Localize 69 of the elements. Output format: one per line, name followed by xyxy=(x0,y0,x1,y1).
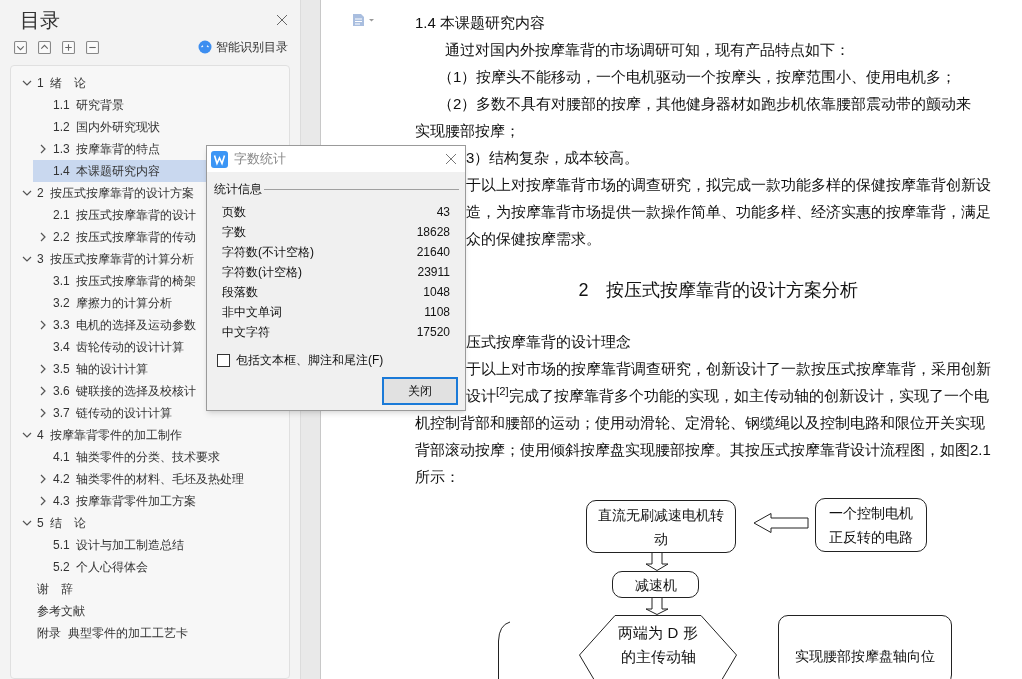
stat-label: 段落数 xyxy=(222,284,258,301)
stat-value: 21640 xyxy=(416,244,450,261)
collapse-all-icon[interactable] xyxy=(38,40,51,54)
minus-icon[interactable] xyxy=(86,40,99,54)
paragraph-line: 于以上对按摩靠背市场的调查研究，拟完成一款功能多样的保健按摩靠背创新设 xyxy=(466,175,991,195)
flow-node: 直流无刷减速电机转动 xyxy=(586,500,736,553)
stat-label: 字符数(计空格) xyxy=(222,264,302,281)
paragraph-line: 众的保健按摩需求。 xyxy=(466,229,601,249)
checkbox-label[interactable]: 包括文本框、脚注和尾注(F) xyxy=(236,351,384,369)
flow-node: 一个控制电机正反转的电路 xyxy=(815,498,927,552)
smart-toc-button[interactable]: 智能识别目录 xyxy=(198,38,288,56)
close-icon[interactable] xyxy=(445,153,457,165)
flow-node: 减速机 xyxy=(612,571,699,598)
stat-label: 中文字符 xyxy=(222,324,270,341)
toc-item[interactable]: 参考文献 xyxy=(11,600,289,622)
paragraph-line: 设计$^{[2]}$完成了按摩靠背多个功能的实现，如主传动轴的创新设计，实现了一个电 xyxy=(466,384,989,406)
flow-arrow xyxy=(645,553,669,571)
flow-node-edge xyxy=(497,621,511,679)
stat-label: 字符数(不计空格) xyxy=(222,244,314,261)
stat-value: 43 xyxy=(436,204,450,221)
flow-decision-node: 两端为 D 形的主传动轴 xyxy=(579,615,737,679)
stat-value: 1108 xyxy=(424,304,450,321)
group-label: 统计信息 xyxy=(214,181,262,198)
dialog-title: 字数统计 xyxy=(234,150,287,169)
list-item-text: （1）按摩头不能移动，一个电机驱动一个按摩头，按摩范围小、使用电机多； xyxy=(438,67,957,87)
toc-item[interactable]: 1.1 研究背景 xyxy=(11,94,289,116)
toc-item[interactable]: 4 按摩靠背零件的加工制作 xyxy=(11,424,289,446)
stat-value: 17520 xyxy=(416,324,450,341)
checkbox[interactable] xyxy=(217,353,230,367)
stat-label: 非中文单词 xyxy=(222,304,282,321)
stat-value: 18628 xyxy=(416,224,450,241)
close-icon[interactable] xyxy=(276,14,288,26)
toc-item[interactable]: 5 结 论 xyxy=(11,512,289,534)
paragraph-line: 背部滚动按摩；使用倾斜按摩盘实现腰部按摩。其按压式按摩靠背设计流程图，如图2.1 xyxy=(415,440,991,460)
section-heading: 1.4 本课题研究内容 xyxy=(415,13,546,33)
paragraph-line: 3）结构复杂，成本较高。 xyxy=(466,148,640,168)
toc-item[interactable]: 3.7 链传动的设计计算 xyxy=(11,402,289,424)
chapter-heading: 2 按压式按摩靠背的设计方案分析 xyxy=(578,279,859,302)
list-item-text: （2）多数不具有对腰部的按摩，其他健身器材如跑步机依靠腰部震动带的颤动来 xyxy=(438,94,972,114)
toc-item[interactable]: 5.1 设计与加工制造总结 xyxy=(11,534,289,556)
toc-item[interactable]: 1 绪 论 xyxy=(11,72,289,94)
toc-item[interactable]: 4.2 轴类零件的材料、毛坯及热处理 xyxy=(11,468,289,490)
toc-item[interactable]: 1.2 国内外研究现状 xyxy=(11,116,289,138)
plus-icon[interactable] xyxy=(62,40,75,54)
paragraph-line: 机控制背部和腰部的运动；使用动滑轮、定滑轮、钢缆绳以及控制电路和限位开关实现 xyxy=(415,413,985,433)
paragraph-line: 于以上对市场的按摩靠背调查研究，创新设计了一款按压式按摩靠背，采用创新 xyxy=(466,359,991,379)
stat-label: 页数 xyxy=(222,204,246,221)
paragraph-line: 实现腰部按摩； xyxy=(415,121,520,141)
flow-node: 实现腰部按摩盘轴向位 xyxy=(778,615,952,679)
flow-arrow xyxy=(645,598,669,615)
toc-item[interactable]: 5.2 个人心得体会 xyxy=(11,556,289,578)
toc-item[interactable]: 附录 典型零件的加工工艺卡 xyxy=(11,622,289,644)
paragraph-line: 压式按摩靠背的设计理念 xyxy=(466,332,631,352)
paragraph-line: 通过对国内外按摩靠背的市场调研可知，现有产品特点如下： xyxy=(445,40,850,60)
toc-item[interactable]: 3.6 键联接的选择及校核计 xyxy=(11,380,289,402)
toc-item[interactable]: 4.1 轴类零件的分类、技术要求 xyxy=(11,446,289,468)
panel-title: 目录 xyxy=(20,8,60,33)
paragraph-line: 所示： xyxy=(415,467,460,487)
stat-value: 23911 xyxy=(417,264,450,281)
robot-face-icon xyxy=(198,40,212,54)
app-logo-icon xyxy=(211,150,228,168)
flow-arrow xyxy=(753,513,809,533)
paragraph-line: 造，为按摩靠背市场提供一款操作简单、功能多样、经济实惠的按摩靠背，满足 xyxy=(466,202,991,222)
toc-item[interactable]: 4.3 按摩靠背零件加工方案 xyxy=(11,490,289,512)
stat-value: 1048 xyxy=(423,284,450,301)
toc-item[interactable]: 谢 辞 xyxy=(11,578,289,600)
close-button[interactable]: 关闭 xyxy=(382,377,458,405)
stat-label: 字数 xyxy=(222,224,246,241)
expand-all-icon[interactable] xyxy=(14,40,27,54)
